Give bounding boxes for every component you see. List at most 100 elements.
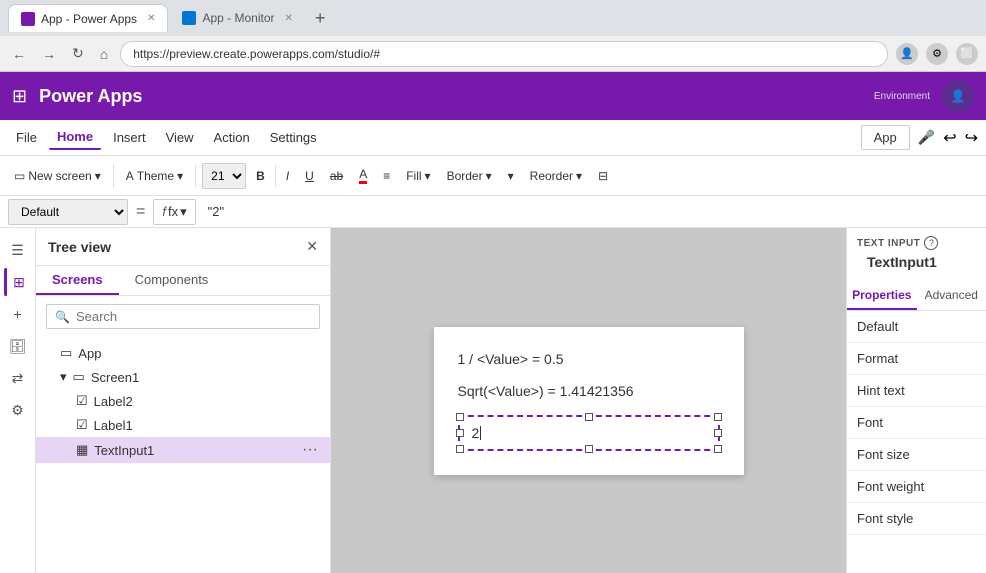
right-panel-item-font-size[interactable]: Font size xyxy=(847,439,986,471)
tree-close-button[interactable]: ✕ xyxy=(306,238,318,255)
profile-icon[interactable]: 👤 xyxy=(896,43,918,65)
help-icon[interactable]: ? xyxy=(924,236,938,250)
align-button[interactable]: ≡ xyxy=(377,166,396,186)
sidebar-icon-menu[interactable]: ☰ xyxy=(4,236,32,264)
right-panel-item-format[interactable]: Format xyxy=(847,343,986,375)
home-button[interactable]: ⌂ xyxy=(96,42,112,66)
reorder-button[interactable]: Reorder ▾ xyxy=(524,166,588,186)
new-screen-label: New screen xyxy=(28,169,91,183)
property-select[interactable]: Default xyxy=(8,199,128,225)
bold-button[interactable]: B xyxy=(250,166,271,186)
tree-item-textinput1[interactable]: ▦ TextInput1 ··· xyxy=(36,437,330,463)
menu-file[interactable]: File xyxy=(8,126,45,149)
search-box[interactable]: 🔍 xyxy=(46,304,320,329)
reorder-chevron: ▾ xyxy=(576,169,582,183)
right-panel-tab-advanced[interactable]: Advanced xyxy=(917,282,986,310)
tab-monitor[interactable]: App - Monitor ✕ xyxy=(170,4,304,32)
tab-monitor-close[interactable]: ✕ xyxy=(284,13,292,24)
tree-panel: Tree view ✕ Screens Components 🔍 ▭ App ▾… xyxy=(36,228,331,573)
italic-button[interactable]: I xyxy=(280,166,295,186)
textinput1-icon: ▦ xyxy=(76,442,88,458)
resize-handle-ml[interactable] xyxy=(456,429,464,437)
resize-handle-tl[interactable] xyxy=(456,413,464,421)
address-input[interactable] xyxy=(120,41,888,67)
refresh-button[interactable]: ↻ xyxy=(68,41,88,66)
text-cursor xyxy=(480,426,481,440)
resize-handle-bl[interactable] xyxy=(456,445,464,453)
settings-icon[interactable]: ⚙ xyxy=(926,43,948,65)
right-panel-tab-properties[interactable]: Properties xyxy=(847,282,917,310)
fill-button[interactable]: Fill ▾ xyxy=(400,166,436,186)
resize-handle-tm[interactable] xyxy=(585,413,593,421)
menu-bar: File Home Insert View Action Settings Ap… xyxy=(0,120,986,156)
right-panel-item-font[interactable]: Font xyxy=(847,407,986,439)
forward-button[interactable]: → xyxy=(38,42,60,66)
resize-handle-mr[interactable] xyxy=(714,429,722,437)
back-button[interactable]: ← xyxy=(8,42,30,66)
env-text: Environment xyxy=(874,91,930,102)
border-button[interactable]: Border ▾ xyxy=(441,166,498,186)
strikethrough-button[interactable]: ab xyxy=(324,166,349,186)
font-color-button[interactable]: A xyxy=(353,164,373,187)
redo-icon[interactable]: ↪ xyxy=(965,128,978,148)
resize-handle-br[interactable] xyxy=(714,445,722,453)
theme-button[interactable]: A Theme ▾ xyxy=(120,166,189,186)
sidebar-icon-add[interactable]: + xyxy=(4,300,32,328)
right-panel-item-font-weight[interactable]: Font weight xyxy=(847,471,986,503)
text-input-control[interactable]: 2 xyxy=(458,415,720,451)
app-bar: ⊞ Power Apps Environment 👤 xyxy=(0,72,986,120)
font-size-select[interactable]: 21 xyxy=(202,163,246,189)
underline-button[interactable]: U xyxy=(299,166,320,186)
sidebar-icon-data[interactable]: 🗄 xyxy=(4,332,32,360)
tree-item-app[interactable]: ▭ App xyxy=(36,341,330,365)
sidebar-icon-connections[interactable]: ⇄ xyxy=(4,364,32,392)
screen1-icon: ▭ xyxy=(73,369,85,385)
right-panel-header: TEXT INPUT ? TextInput1 xyxy=(847,228,986,282)
align-right-button[interactable]: ⊟ xyxy=(592,166,614,186)
waffle-icon[interactable]: ⊞ xyxy=(12,86,27,107)
menu-insert[interactable]: Insert xyxy=(105,126,154,149)
theme-chevron: ▾ xyxy=(177,169,183,183)
tab-powerapps[interactable]: App - Power Apps ✕ xyxy=(8,4,168,32)
app-name: Power Apps xyxy=(39,86,142,107)
right-panel-item-hint-text[interactable]: Hint text xyxy=(847,375,986,407)
extensions-icon[interactable]: ⬜ xyxy=(956,43,978,65)
fx-button[interactable]: f fx ▾ xyxy=(153,199,195,225)
app-label: App xyxy=(78,346,101,361)
right-panel-item-font-style[interactable]: Font style xyxy=(847,503,986,535)
address-icons: 👤 ⚙ ⬜ xyxy=(896,43,978,65)
dropdown-button[interactable]: ▾ xyxy=(502,166,520,186)
tab-powerapps-icon xyxy=(21,12,35,26)
new-screen-button[interactable]: ▭ New screen ▾ xyxy=(8,166,107,186)
avatar[interactable]: 👤 xyxy=(942,80,974,112)
resize-handle-tr[interactable] xyxy=(714,413,722,421)
fill-chevron: ▾ xyxy=(425,169,431,183)
menu-action[interactable]: Action xyxy=(206,126,258,149)
font-color-icon: A xyxy=(359,167,367,184)
tree-item-screen1[interactable]: ▾ ▭ Screen1 xyxy=(36,365,330,389)
tree-item-label1[interactable]: ☑ Label1 xyxy=(36,413,330,437)
app-button[interactable]: App xyxy=(861,125,910,150)
tree-item-label2[interactable]: ☑ Label2 xyxy=(36,389,330,413)
toolbar-sep2 xyxy=(195,164,196,188)
tab-powerapps-label: App - Power Apps xyxy=(41,12,137,26)
menu-home[interactable]: Home xyxy=(49,125,101,150)
mic-icon[interactable]: 🎤 xyxy=(918,129,935,146)
right-panel-item-default[interactable]: Default xyxy=(847,311,986,343)
menu-settings[interactable]: Settings xyxy=(262,126,325,149)
tree-tab-screens[interactable]: Screens xyxy=(36,266,119,295)
undo-icon[interactable]: ↩ xyxy=(943,128,956,148)
browser-chrome: App - Power Apps ✕ App - Monitor ✕ + ← →… xyxy=(0,0,986,72)
tab-powerapps-close[interactable]: ✕ xyxy=(147,13,155,24)
three-dots-button[interactable]: ··· xyxy=(302,441,318,459)
toolbar-sep1 xyxy=(113,164,114,188)
tree-tab-components[interactable]: Components xyxy=(119,266,225,295)
search-input[interactable] xyxy=(76,309,311,324)
environment-label: Environment xyxy=(874,91,930,102)
resize-handle-bm[interactable] xyxy=(585,445,593,453)
new-tab-button[interactable]: + xyxy=(307,8,334,29)
toolbar-sep3 xyxy=(275,164,276,188)
sidebar-icon-settings[interactable]: ⚙ xyxy=(4,396,32,424)
menu-view[interactable]: View xyxy=(158,126,202,149)
sidebar-icon-layers[interactable]: ⊞ xyxy=(4,268,32,296)
